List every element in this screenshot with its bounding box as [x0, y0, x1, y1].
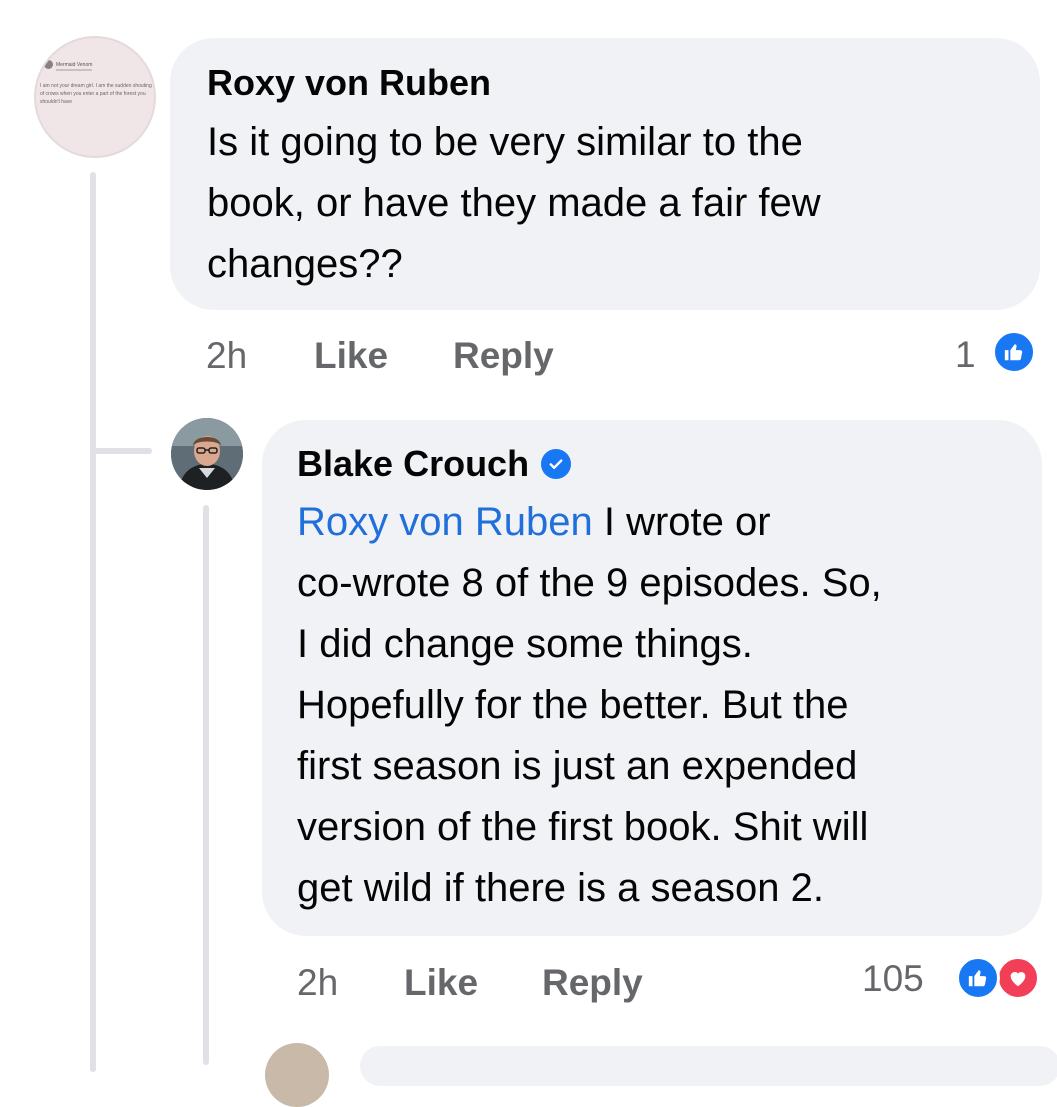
reply-timestamp[interactable]: 2h [297, 962, 338, 1004]
comment-text-line: Is it going to be very similar to the [207, 120, 803, 164]
reply-thread-line [203, 505, 209, 1065]
avatar-snippet-handle [56, 69, 92, 71]
thread-line-vertical [90, 172, 96, 1072]
avatar-blake[interactable] [171, 418, 243, 490]
comment-author[interactable]: Roxy von Ruben [207, 62, 491, 104]
love-reaction-icon [996, 956, 1040, 1000]
reply-author-row: Blake Crouch [297, 443, 572, 485]
next-reply-avatar[interactable] [265, 1043, 329, 1107]
reply-reply-button[interactable]: Reply [542, 962, 643, 1004]
comment-text-line: changes?? [207, 242, 403, 286]
avatar-snippet-name: Mermaid Venom [56, 62, 93, 68]
avatar-snippet-text: I am not your dream girl. I am the sudde… [40, 83, 152, 105]
reply-text: Roxy von Ruben I wrote or co-wrote 8 of … [297, 492, 997, 919]
like-reaction-icon [956, 956, 1000, 1000]
mention-link[interactable]: Roxy von Ruben [297, 500, 593, 544]
reply-reaction-count[interactable]: 105 [862, 958, 924, 1000]
reaction-count[interactable]: 1 [955, 334, 976, 376]
reply-text-line: first season is just an expended [297, 744, 858, 788]
verified-badge-icon [541, 449, 572, 479]
like-reaction-icon [992, 330, 1036, 374]
thread-line-branch [90, 448, 152, 454]
reply-button[interactable]: Reply [453, 335, 554, 377]
reply-like-button[interactable]: Like [404, 962, 478, 1004]
comment-text: Is it going to be very similar to the bo… [207, 112, 821, 295]
reply-text-line-first: Roxy von Ruben I wrote or [297, 492, 997, 553]
reply-text-line: version of the first book. Shit will [297, 805, 869, 849]
reply-text-line: co-wrote 8 of the 9 episodes. So, [297, 561, 882, 605]
avatar-roxy[interactable]: Mermaid Venom I am not your dream girl. … [34, 36, 156, 158]
like-button[interactable]: Like [314, 335, 388, 377]
reply-text-line: I did change some things. [297, 622, 753, 666]
reply-text-line: get wild if there is a season 2. [297, 866, 824, 910]
reply-text-line: Hopefully for the better. But the [297, 683, 849, 727]
comment-text-line: book, or have they made a fair few [207, 181, 821, 225]
reply-author[interactable]: Blake Crouch [297, 443, 529, 485]
comment-timestamp[interactable]: 2h [206, 335, 247, 377]
next-reply-bubble [360, 1046, 1057, 1086]
reply-text-after-mention: I wrote or [592, 500, 771, 544]
mini-profile-dot [44, 60, 53, 69]
